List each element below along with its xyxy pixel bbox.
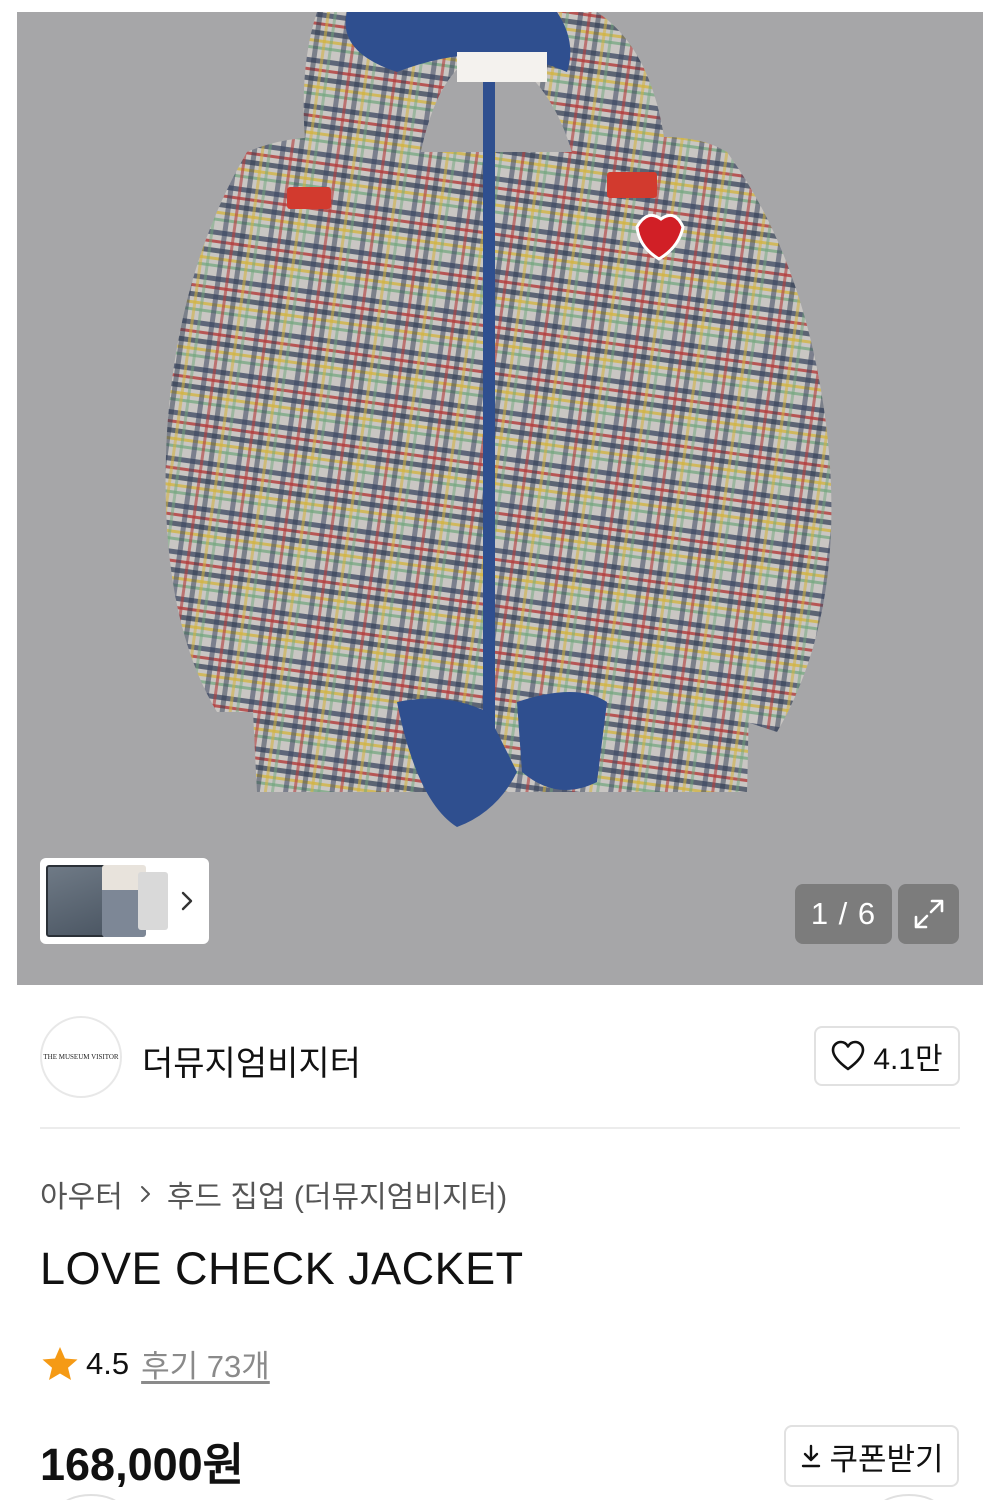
product-photo[interactable] <box>17 12 983 985</box>
divider <box>40 1127 960 1129</box>
rating-row: 4.5 후기 73개 <box>40 1341 270 1386</box>
star-icon <box>42 1346 78 1380</box>
expand-icon <box>914 899 943 929</box>
review-link[interactable]: 후기 73개 <box>141 1341 270 1386</box>
breadcrumb-subcategory[interactable]: 후드 집업 (더뮤지엄비지터) <box>167 1172 507 1216</box>
heart-icon <box>832 1040 865 1071</box>
chevron-right-icon <box>140 1186 150 1202</box>
rating-value: 4.5 <box>86 1345 130 1381</box>
like-count: 4.1만 <box>873 1043 943 1076</box>
download-icon <box>802 1444 821 1468</box>
brand-logo[interactable]: THE MUSEUM VISITOR <box>40 1016 122 1098</box>
chevron-right-icon[interactable] <box>177 888 197 914</box>
thumbnail-strip[interactable] <box>40 858 209 944</box>
coupon-button[interactable]: 쿠폰받기 <box>784 1425 959 1487</box>
product-title: LOVE CHECK JACKET <box>40 1243 524 1294</box>
brand-row: THE MUSEUM VISITOR 더뮤지엄비지터 4.1만 <box>40 1016 960 1098</box>
breadcrumb-category[interactable]: 아우터 <box>40 1172 123 1216</box>
brand-name[interactable]: 더뮤지엄비지터 <box>142 1036 361 1085</box>
product-price: 168,000원 <box>40 1439 245 1490</box>
partial-button-left[interactable] <box>60 1494 122 1500</box>
coupon-label: 쿠폰받기 <box>829 1441 944 1477</box>
fullscreen-button[interactable] <box>898 884 959 944</box>
image-counter: 1 / 6 <box>795 884 892 944</box>
breadcrumb: 아우터 후드 집업 (더뮤지엄비지터) <box>40 1172 507 1216</box>
partial-button-right[interactable] <box>878 1494 940 1500</box>
jacket-illustration <box>165 12 832 827</box>
like-button[interactable]: 4.1만 <box>814 1026 960 1086</box>
product-image-gallery[interactable]: 1 / 6 <box>0 0 1000 985</box>
thumbnail-3[interactable] <box>138 872 168 930</box>
thumbnail-1[interactable] <box>46 865 106 937</box>
